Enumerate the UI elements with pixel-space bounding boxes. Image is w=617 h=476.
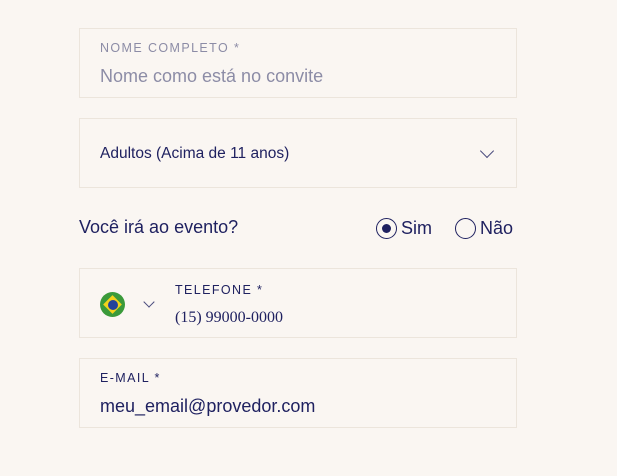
- attendance-question: Você irá ao evento?: [79, 217, 239, 237]
- full-name-input[interactable]: Nome como está no convite: [100, 66, 323, 87]
- attendance-option-sim-label: Sim: [401, 217, 432, 238]
- email-input[interactable]: meu_email@provedor.com: [100, 396, 315, 417]
- phone-label: TELEFONE *: [175, 283, 264, 297]
- chevron-down-icon: [479, 143, 495, 159]
- phone-field[interactable]: TELEFONE * (15) 99000-0000: [79, 268, 517, 338]
- attendance-option-nao[interactable]: Não: [455, 217, 513, 239]
- age-group-select[interactable]: Adultos (Acima de 11 anos): [79, 118, 517, 188]
- country-chevron-down-icon[interactable]: [143, 296, 155, 308]
- full-name-field[interactable]: NOME COMPLETO * Nome como está no convit…: [79, 28, 517, 98]
- brazil-flag-icon[interactable]: [100, 292, 125, 317]
- attendance-option-nao-label: Não: [480, 217, 514, 238]
- email-label: E-MAIL *: [100, 371, 161, 385]
- email-field[interactable]: E-MAIL * meu_email@provedor.com: [79, 358, 517, 428]
- phone-input[interactable]: (15) 99000-0000: [175, 309, 283, 327]
- full-name-label: NOME COMPLETO *: [100, 41, 241, 55]
- attendance-option-sim[interactable]: Sim: [376, 217, 432, 239]
- radio-unchecked-icon[interactable]: [455, 217, 476, 239]
- radio-checked-icon[interactable]: [376, 217, 397, 239]
- age-group-selected-value: Adultos (Acima de 11 anos): [100, 145, 290, 162]
